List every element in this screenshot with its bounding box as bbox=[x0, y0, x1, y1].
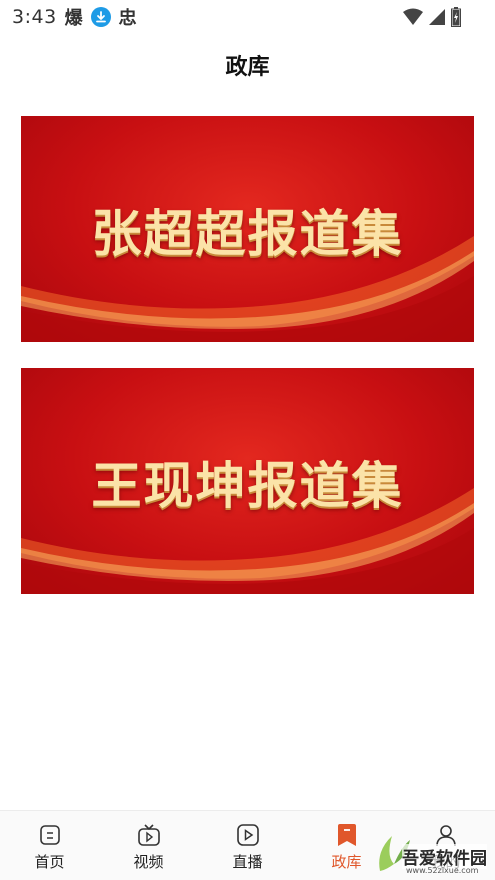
banner-title: 王现坤报道集 bbox=[91, 456, 404, 515]
signal-icon bbox=[429, 9, 445, 25]
nav-label: 政库 bbox=[331, 853, 362, 871]
status-right bbox=[403, 7, 461, 27]
bookmark-icon bbox=[337, 824, 356, 846]
home-doc-icon bbox=[39, 825, 60, 845]
nav-label: 首页 bbox=[34, 853, 65, 871]
status-bar: 3:43 爆 忠 bbox=[0, 0, 495, 34]
watermark: 吾爱软件园 www.52zixue.com bbox=[372, 826, 490, 876]
page-title: 政库 bbox=[225, 55, 270, 80]
app-notification-icon-2: 忠 bbox=[118, 8, 137, 29]
tv-icon bbox=[137, 824, 160, 846]
wifi-icon bbox=[403, 8, 423, 25]
banner-title: 张超超报道集 bbox=[91, 204, 404, 263]
battery-icon bbox=[451, 7, 461, 27]
play-icon bbox=[236, 824, 259, 846]
watermark-url: www.52zixue.com bbox=[406, 866, 479, 875]
banner-report-collection-1[interactable]: 张超超报道集 bbox=[21, 116, 474, 342]
banner-report-collection-2[interactable]: 王现坤报道集 bbox=[21, 368, 474, 594]
status-left: 3:43 爆 忠 bbox=[12, 4, 137, 30]
nav-label: 视频 bbox=[133, 853, 164, 871]
title-bar: 政库 bbox=[0, 34, 495, 96]
status-time: 3:43 bbox=[12, 6, 57, 28]
nav-item-live[interactable]: 直播 bbox=[198, 811, 297, 880]
nav-item-home[interactable]: 首页 bbox=[0, 811, 99, 880]
nav-item-video[interactable]: 视频 bbox=[99, 811, 198, 880]
app-notification-icon: 爆 bbox=[64, 8, 83, 29]
download-icon bbox=[90, 7, 111, 27]
nav-label: 直播 bbox=[232, 853, 263, 871]
